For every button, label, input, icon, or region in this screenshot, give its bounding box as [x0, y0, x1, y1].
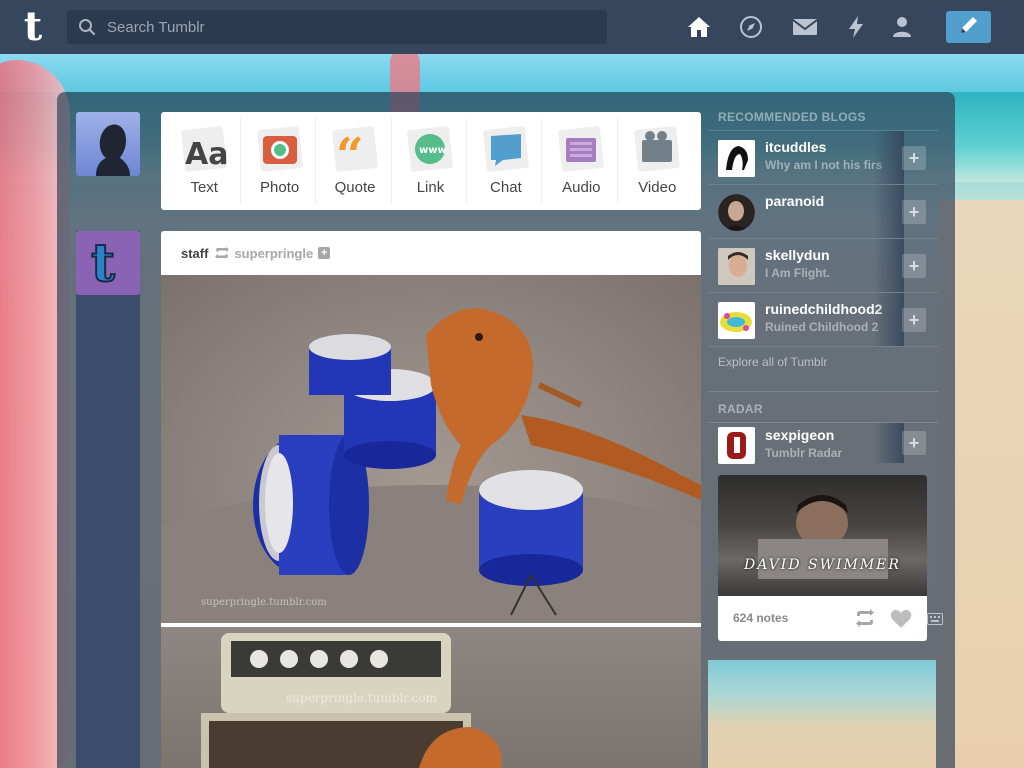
compose-icon	[958, 14, 980, 41]
sidebar-beach-image	[708, 660, 936, 768]
post-source[interactable]: superpringle	[234, 246, 313, 261]
explore-icon[interactable]	[738, 14, 764, 40]
post-type-video[interactable]: Video	[621, 118, 693, 204]
radar-heading: RADAR	[708, 392, 938, 423]
blog-avatar[interactable]	[718, 302, 755, 339]
chat-icon	[481, 123, 531, 175]
blog-fade	[874, 423, 904, 463]
search-icon	[67, 18, 107, 36]
explore-tumblr-link[interactable]: Explore all of Tumblr	[708, 347, 938, 392]
post-type-chat[interactable]: Chat	[470, 118, 543, 204]
reblog-button-icon[interactable]	[854, 609, 876, 632]
svg-text:t: t	[91, 237, 115, 289]
recommended-blog-item[interactable]: paranoid +	[708, 185, 938, 239]
post-type-audio[interactable]: Audio	[546, 118, 618, 204]
reblog-icon	[214, 247, 230, 259]
post-type-selector: Aa Text Photo “ Quote www Link Chat Audi…	[161, 112, 701, 210]
post-type-link-label: Link	[416, 179, 445, 196]
text-icon: Aa	[179, 123, 229, 175]
post-author[interactable]: staff	[181, 246, 208, 261]
follow-blog-button[interactable]: +	[902, 146, 926, 170]
video-icon	[632, 123, 682, 175]
radar-post-card[interactable]: DAVID SWIMMER 624 notes	[718, 475, 927, 641]
audio-icon	[556, 123, 606, 175]
radar-blog-item[interactable]: sexpigeon Tumblr Radar +	[708, 423, 938, 467]
dashboard-sidebar: RECOMMENDED BLOGS itcuddles Why am I not…	[708, 100, 938, 641]
follow-blog-button[interactable]: +	[902, 200, 926, 224]
background-sky	[0, 54, 1024, 94]
blog-avatar[interactable]	[718, 248, 755, 285]
follow-blog-button[interactable]: +	[902, 308, 926, 332]
quote-icon: “	[330, 123, 380, 175]
post-type-quote[interactable]: “ Quote	[320, 118, 392, 204]
like-heart-icon[interactable]	[890, 609, 912, 634]
post-type-photo[interactable]: Photo	[244, 118, 317, 204]
recommended-blog-item[interactable]: itcuddles Why am I not his firs +	[708, 131, 938, 185]
post-type-video-label: Video	[638, 179, 677, 196]
inbox-icon[interactable]	[792, 14, 818, 40]
follow-blog-button[interactable]: +	[902, 254, 926, 278]
post-type-text-label: Text	[190, 179, 218, 196]
follow-source-button[interactable]: +	[318, 247, 331, 259]
search-box[interactable]	[67, 10, 607, 44]
search-input[interactable]	[107, 18, 587, 36]
home-icon[interactable]	[686, 14, 712, 40]
blog-fade	[874, 185, 904, 238]
top-navigation-bar: t	[0, 0, 1024, 54]
svg-text:www: www	[419, 145, 447, 156]
blog-fade	[874, 131, 904, 184]
post-type-text[interactable]: Aa Text	[169, 118, 241, 204]
photo-watermark-2: superpringle.tumblr.com	[286, 691, 437, 705]
drum-kit-photo	[161, 308, 701, 623]
radar-post-photo[interactable]	[718, 475, 927, 596]
account-icon[interactable]	[889, 14, 915, 40]
post-avatar-column	[76, 231, 140, 768]
follow-radar-blog-button[interactable]: +	[902, 431, 926, 455]
recommended-blog-item[interactable]: skellydun I Am Flight. +	[708, 239, 938, 293]
blog-fade	[874, 293, 904, 346]
post-type-link[interactable]: www Link	[395, 118, 467, 204]
radar-blog-avatar[interactable]	[718, 427, 755, 464]
keyboard-shortcuts-icon[interactable]	[927, 612, 943, 630]
blog-avatar[interactable]	[718, 194, 755, 231]
tumblr-logo[interactable]: t	[16, 7, 50, 47]
blog-fade	[874, 239, 904, 292]
post-header: staff superpringle +	[161, 231, 701, 275]
svg-text:Aa: Aa	[185, 137, 228, 172]
post-type-chat-label: Chat	[490, 179, 522, 196]
radar-notes-count[interactable]: 624 notes	[733, 611, 788, 625]
post-photo[interactable]: superpringle.tumblr.com	[161, 275, 701, 623]
activity-icon[interactable]	[843, 14, 869, 40]
user-avatar[interactable]	[76, 112, 140, 176]
post-type-quote-label: Quote	[334, 179, 376, 196]
link-icon: www	[405, 123, 455, 175]
post-type-photo-label: Photo	[260, 179, 300, 196]
photo-watermark: superpringle.tumblr.com	[201, 597, 327, 608]
blog-avatar[interactable]	[718, 140, 755, 177]
svg-text:“: “	[336, 128, 364, 174]
recommended-blog-item[interactable]: ruinedchildhood2 Ruined Childhood 2 +	[708, 293, 938, 347]
radar-photo-caption: DAVID SWIMMER	[744, 557, 901, 573]
compose-button[interactable]	[946, 11, 991, 43]
staff-avatar[interactable]: t	[76, 231, 140, 295]
post-type-audio-label: Audio	[562, 179, 601, 196]
photo-icon	[255, 123, 305, 175]
recommended-blogs-heading: RECOMMENDED BLOGS	[708, 100, 938, 131]
dashboard-post: staff superpringle + superpringle.tumblr…	[161, 231, 701, 768]
post-photo-2[interactable]: superpringle.tumblr.com	[161, 627, 701, 768]
